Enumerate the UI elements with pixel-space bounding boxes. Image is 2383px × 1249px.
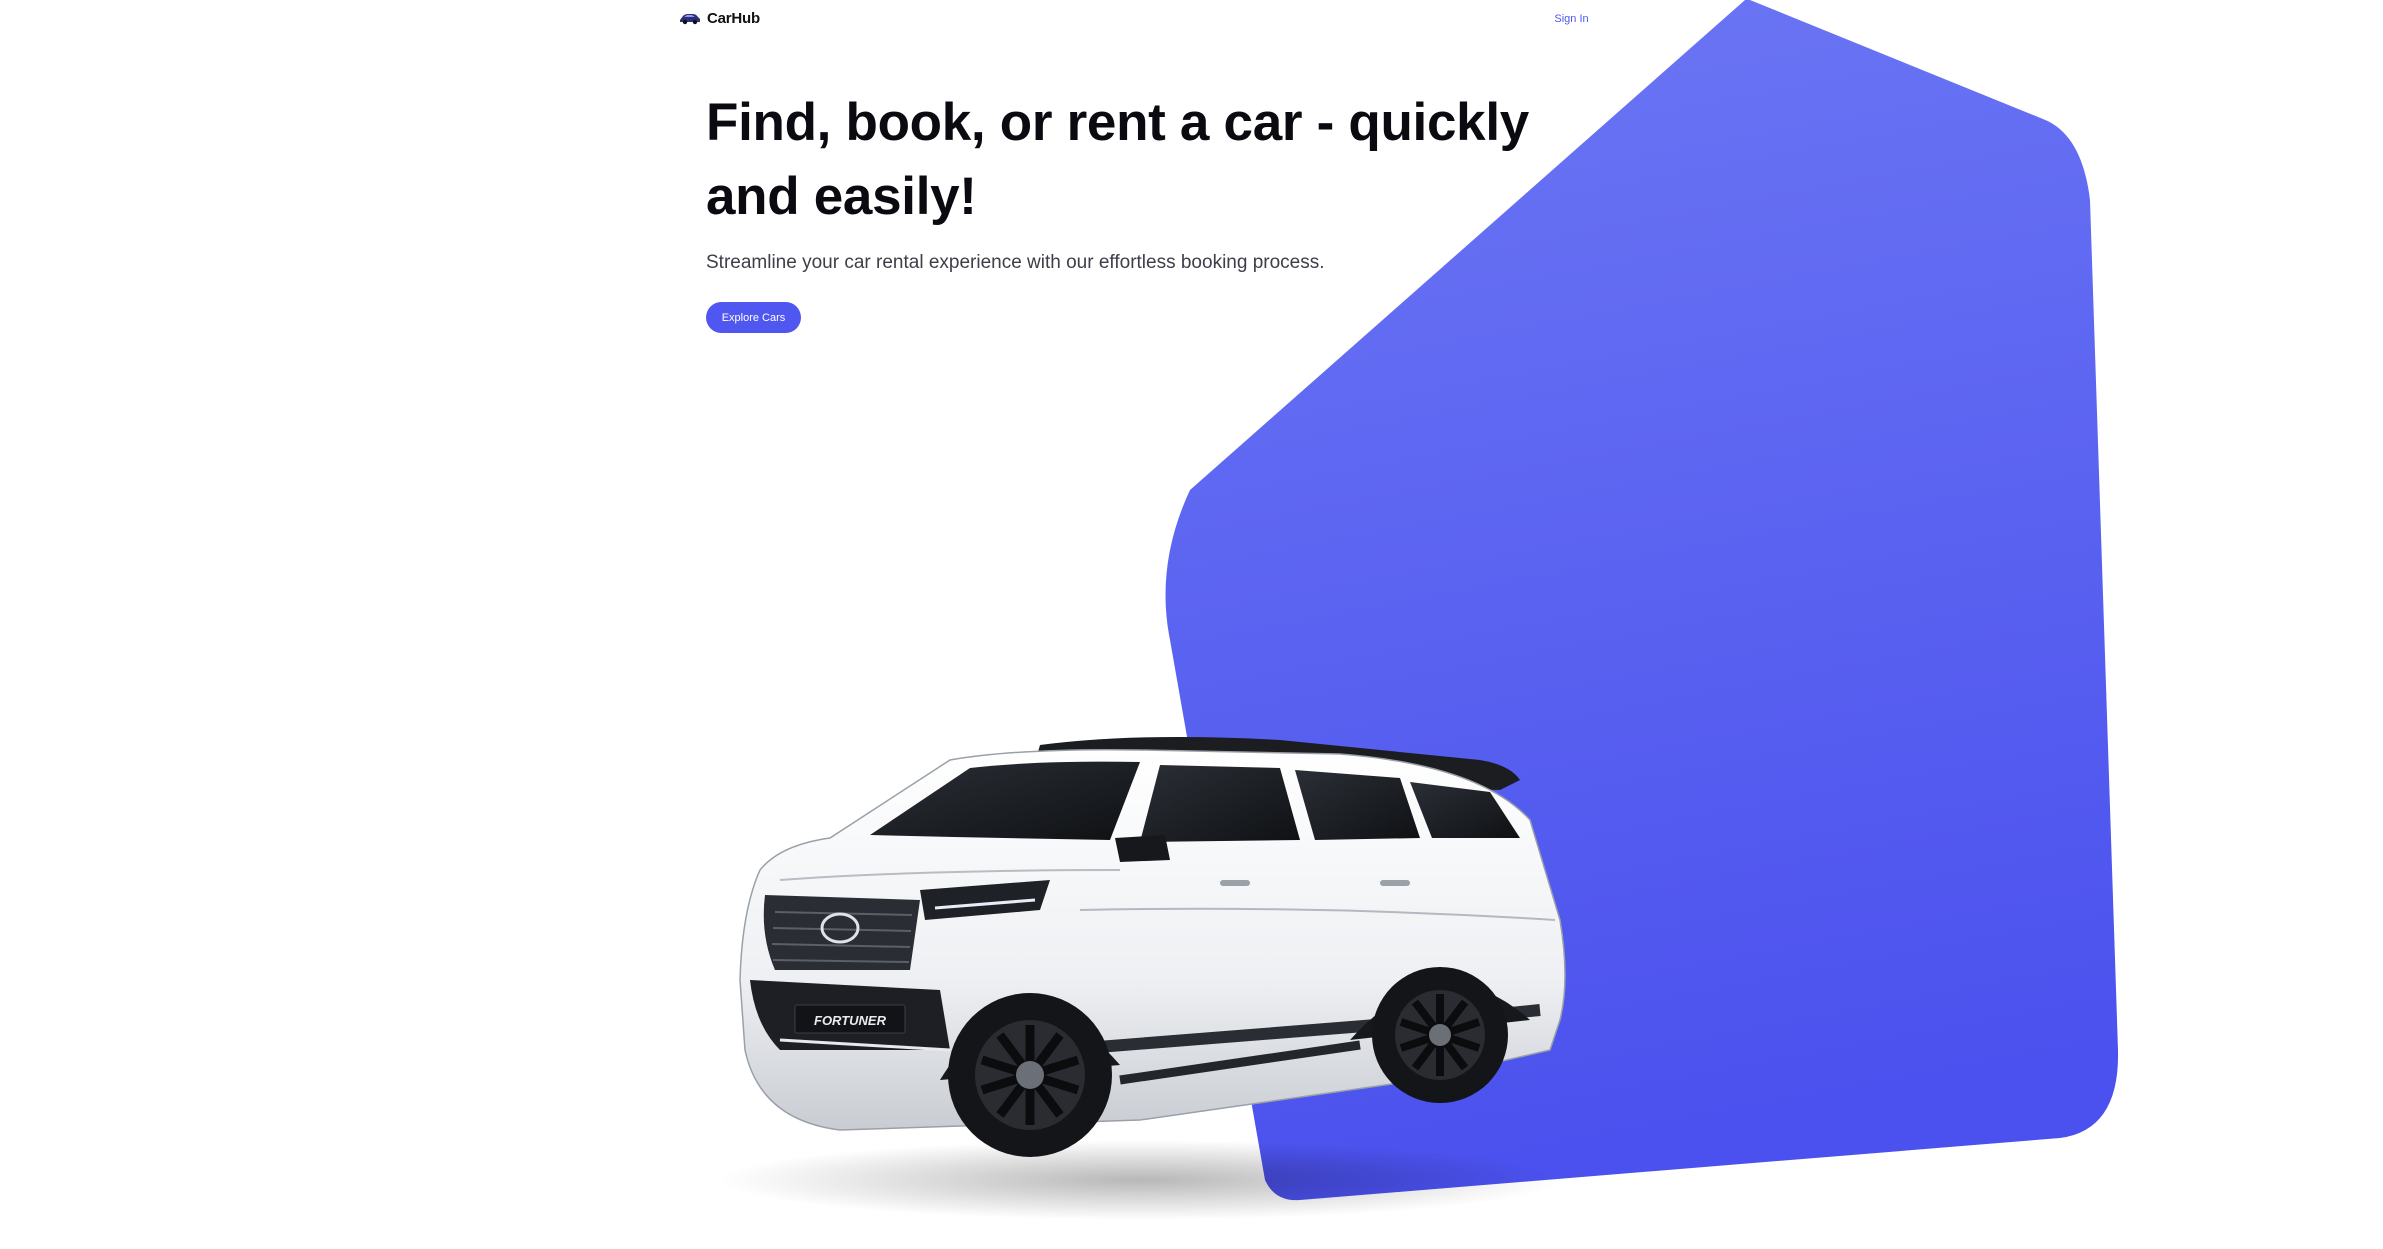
plate-text: FORTUNER bbox=[814, 1013, 887, 1028]
car-logo-icon bbox=[680, 14, 700, 25]
brand-name: CarHub bbox=[707, 9, 760, 27]
hero-title: Find, book, or rent a car - quickly and … bbox=[706, 93, 1529, 226]
hero-section: Find, book, or rent a car - quickly and … bbox=[706, 86, 1706, 333]
suv-car-image: FORTUNER bbox=[720, 736, 1566, 1220]
explore-cars-button[interactable]: Explore Cars bbox=[706, 302, 801, 333]
navbar: CarHub Sign In bbox=[0, 0, 2383, 40]
hero-subtitle: Streamline your car rental experience wi… bbox=[706, 252, 1325, 273]
brand-logo-link[interactable]: CarHub bbox=[679, 9, 760, 27]
sign-in-button[interactable]: Sign In bbox=[1528, 3, 1615, 35]
